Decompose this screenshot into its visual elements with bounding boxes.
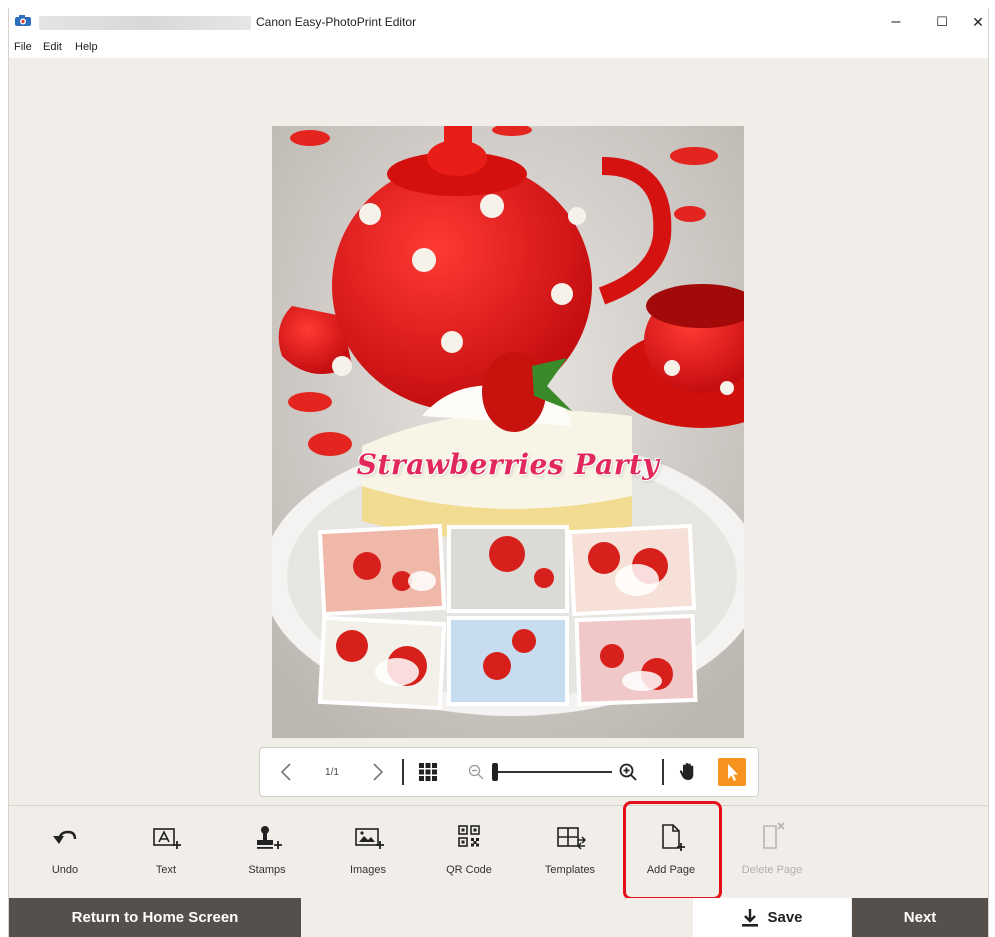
- undo-button[interactable]: Undo: [14, 808, 116, 892]
- footer-bar: Return to Home Screen Save Next: [9, 898, 988, 937]
- preview-artwork: [272, 126, 744, 738]
- templates-button[interactable]: Templates: [519, 808, 621, 892]
- delete-page-button[interactable]: Delete Page: [721, 808, 823, 892]
- qr-code-icon: [458, 825, 480, 847]
- cursor-arrow-icon: [728, 764, 738, 781]
- menu-help[interactable]: Help: [75, 41, 98, 53]
- tools-divider: [9, 805, 988, 806]
- text-button[interactable]: Text: [115, 808, 217, 892]
- delete-page-icon: [763, 822, 785, 849]
- next-button[interactable]: Next: [852, 898, 988, 937]
- add-page-highlight-frame: [623, 801, 722, 900]
- images-button[interactable]: Images: [317, 808, 419, 892]
- layout-title-text[interactable]: Strawberries Party: [272, 448, 744, 481]
- zoom-in-icon: [619, 763, 637, 781]
- previous-page-button[interactable]: [274, 748, 298, 796]
- zoom-out-icon: [468, 764, 484, 780]
- delete-page-label: Delete Page: [741, 864, 803, 876]
- download-icon: [742, 908, 759, 927]
- toolbar-divider: [662, 759, 664, 785]
- zoom-slider-handle[interactable]: [492, 763, 499, 781]
- images-icon: [355, 828, 384, 849]
- zoom-out-button[interactable]: [466, 748, 486, 796]
- qr-code-button[interactable]: QR Code: [418, 808, 520, 892]
- text-icon: [153, 828, 181, 849]
- stamps-button[interactable]: Stamps: [216, 808, 318, 892]
- images-label: Images: [349, 864, 387, 876]
- title-bar: Canon Easy-PhotoPrint Editor – ☐ ✕: [9, 8, 988, 36]
- save-button[interactable]: Save: [693, 898, 851, 937]
- select-tool-button[interactable]: [718, 758, 746, 786]
- layout-preview[interactable]: Strawberries Party: [272, 126, 744, 738]
- page-navigation-toolbar: 1/1: [259, 747, 759, 797]
- close-button[interactable]: ✕: [955, 8, 995, 36]
- text-label: Text: [155, 864, 177, 876]
- app-logo-icon: [15, 15, 31, 26]
- menu-edit[interactable]: Edit: [43, 41, 62, 53]
- templates-label: Templates: [544, 864, 596, 876]
- undo-icon: [53, 830, 77, 844]
- templates-icon: [557, 827, 587, 850]
- hand-icon: [679, 763, 694, 780]
- window-title: Canon Easy-PhotoPrint Editor: [256, 15, 417, 29]
- page-list-button[interactable]: [416, 748, 440, 796]
- next-page-button[interactable]: [366, 748, 390, 796]
- minimize-button[interactable]: –: [873, 8, 919, 36]
- qr-code-label: QR Code: [446, 864, 492, 876]
- hand-tool-button[interactable]: [676, 748, 700, 796]
- chevron-left-icon: [280, 763, 291, 781]
- undo-label: Undo: [51, 864, 79, 876]
- toolbar-divider: [402, 759, 404, 785]
- stamp-icon: [257, 826, 282, 849]
- app-window: Canon Easy-PhotoPrint Editor – ☐ ✕ File …: [8, 8, 989, 937]
- save-label: Save: [767, 909, 803, 926]
- zoom-in-button[interactable]: [616, 748, 640, 796]
- grid-icon: [419, 763, 437, 781]
- page-indicator: 1/1: [325, 766, 339, 778]
- chevron-right-icon: [373, 763, 384, 781]
- menu-bar: File Edit Help: [9, 36, 988, 58]
- menu-file[interactable]: File: [14, 41, 32, 53]
- blurred-file-path: [39, 16, 251, 30]
- stamps-label: Stamps: [248, 864, 286, 876]
- return-to-home-button[interactable]: Return to Home Screen: [9, 898, 301, 937]
- zoom-slider-track[interactable]: [492, 771, 612, 773]
